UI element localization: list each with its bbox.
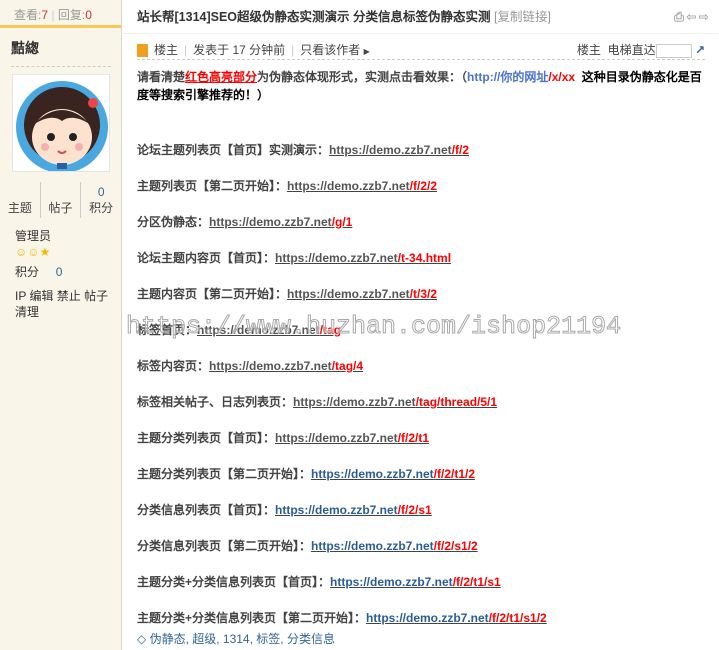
demo-link[interactable]: https://demo.zzb7.net/f/2/t1/s1 (330, 575, 501, 589)
url-row: 主题分类+分类信息列表页【首页】：https://demo.zzb7.net/f… (137, 573, 501, 590)
demo-link[interactable]: https://demo.zzb7.net/f/2/s1 (275, 503, 432, 517)
author-stats: 主题 帖子 0 积分 (0, 182, 121, 218)
row-label: 主题分类+分类信息列表页【第二页开始】： (137, 611, 367, 625)
url-row: 主题分类列表页【首页】：https://demo.zzb7.net/f/2/t1 (137, 429, 429, 446)
row-label: 分类信息列表页【第二页开始】： (137, 539, 312, 553)
thread-title-bar: 站长帮[1314]SEO超级伪静态实测演示 分类信息标签伪静态实测 [复制链接]… (123, 0, 719, 34)
row-label: 标签相关帖子、日志列表页： (137, 395, 294, 409)
go-icon[interactable]: ↗ (695, 43, 705, 57)
user-group[interactable]: 管理员 (15, 228, 121, 244)
tag-icon: ◇ (137, 632, 147, 646)
demo-link[interactable]: https://demo.zzb7.net/t-34.html (275, 251, 451, 265)
row-label: 论坛主题内容页【首页】： (137, 251, 276, 265)
author-sidebar: 查看:7 | 回复:0 黠緫 主题 帖子 0 积分 管理员 ☺☺★ 积分 0 IP… (0, 0, 122, 650)
demo-link[interactable]: https://demo.zzb7.net/f/2/t1/s1/2 (366, 611, 547, 625)
demo-link[interactable]: https://demo.zzb7.net/f/2/2 (287, 179, 437, 193)
post-main: 站长帮[1314]SEO超级伪静态实测演示 分类信息标签伪静态实测 [复制链接]… (123, 0, 719, 650)
row-label: 主题分类列表页【第二页开始】： (137, 467, 312, 481)
row-label: 分区伪静态： (137, 215, 210, 229)
posts-stat[interactable]: 帖子 (41, 182, 82, 218)
demo-link[interactable]: https://demo.zzb7.net/g/1 (209, 215, 352, 229)
demo-link[interactable]: https://demo.zzb7.net/f/2/t1/2 (311, 467, 475, 481)
url-row: 标签相关帖子、日志列表页：https://demo.zzb7.net/tag/t… (137, 393, 497, 410)
floor-jump-input[interactable] (655, 43, 692, 58)
demo-link[interactable]: https://demo.zzb7.net/f/2/t1 (275, 431, 429, 445)
topics-stat[interactable]: 主题 (0, 182, 41, 218)
url-row: 主题列表页【第二页开始】：https://demo.zzb7.net/f/2/2 (137, 177, 437, 194)
url-row: 论坛主题列表页【首页】实测演示：https://demo.zzb7.net/f/… (137, 141, 469, 158)
row-label: 主题列表页【第二页开始】： (137, 179, 288, 193)
admin-actions[interactable]: IP 编辑 禁止 帖子 清理 (15, 288, 121, 320)
row-label: 主题分类+分类信息列表页【首页】： (137, 575, 331, 589)
demo-link[interactable]: https://demo.zzb7.net/f/2/s1/2 (311, 539, 478, 553)
url-row: 主题分类列表页【第二页开始】：https://demo.zzb7.net/f/2… (137, 465, 475, 482)
demo-link[interactable]: https://demo.zzb7.net/f/2 (329, 143, 469, 157)
url-row: 主题内容页【第二页开始】：https://demo.zzb7.net/t/3/2 (137, 285, 437, 302)
points-stat[interactable]: 0 积分 (81, 182, 121, 218)
row-label: 主题内容页【第二页开始】： (137, 287, 288, 301)
avatar[interactable] (12, 74, 110, 172)
only-author-link[interactable]: 只看该作者 (300, 43, 360, 57)
url-row: 标签首页：https://demo.zzb7.net/tag (137, 321, 341, 338)
row-label: 主题分类列表页【首页】： (137, 431, 276, 445)
demo-link[interactable]: https://demo.zzb7.net/t/3/2 (287, 287, 437, 301)
print-icon[interactable]: ⎙ (674, 10, 686, 24)
rank-icons: ☺☺★ (15, 245, 51, 259)
row-label: 论坛主题列表页【首页】实测演示： (137, 143, 330, 157)
prev-thread-icon[interactable]: ⇦ (686, 10, 698, 24)
row-label: 分类信息列表页【首页】： (137, 503, 276, 517)
row-label: 标签首页： (137, 323, 198, 337)
post-intro: 请看清楚红色高亮部分为伪静态体现形式，实测点击看效果：（http://你的网址/… (137, 70, 702, 102)
arrow-right-icon: ▶ (363, 47, 370, 56)
demo-link[interactable]: https://demo.zzb7.net/tag/thread/5/1 (293, 395, 497, 409)
tag-list: ◇ 伪静态, 超级, 1314, 标签, 分类信息 (137, 632, 335, 646)
url-row: 标签内容页：https://demo.zzb7.net/tag/4 (137, 357, 363, 374)
thread-stats: 查看:7 | 回复:0 (0, 0, 121, 28)
demo-link[interactable]: https://demo.zzb7.net/tag/4 (209, 359, 363, 373)
copy-link-button[interactable]: [复制链接] (494, 10, 551, 24)
author-name[interactable]: 黠緫 (11, 38, 111, 67)
url-row: 分类信息列表页【第二页开始】：https://demo.zzb7.net/f/2… (137, 537, 478, 554)
online-icon (137, 44, 148, 58)
thread-title: 站长帮[1314]SEO超级伪静态实测演示 分类信息标签伪静态实测 (137, 10, 491, 24)
row-label: 标签内容页： (137, 359, 210, 373)
next-thread-icon[interactable]: ⇨ (699, 10, 711, 24)
url-row: 论坛主题内容页【首页】：https://demo.zzb7.net/t-34.h… (137, 249, 451, 266)
points-row: 积分 0 (15, 265, 63, 279)
url-row: 分类信息列表页【首页】：https://demo.zzb7.net/f/2/s1 (137, 501, 432, 518)
demo-link[interactable]: https://demo.zzb7.net/tag (197, 323, 341, 337)
url-row: 分区伪静态：https://demo.zzb7.net/g/1 (137, 213, 352, 230)
post-meta: 楼主 | 发表于 17 分钟前 | 只看该作者 ▶ 楼主 电梯直达 ↗ (137, 40, 705, 60)
url-row: 主题分类+分类信息列表页【第二页开始】：https://demo.zzb7.ne… (137, 609, 547, 626)
